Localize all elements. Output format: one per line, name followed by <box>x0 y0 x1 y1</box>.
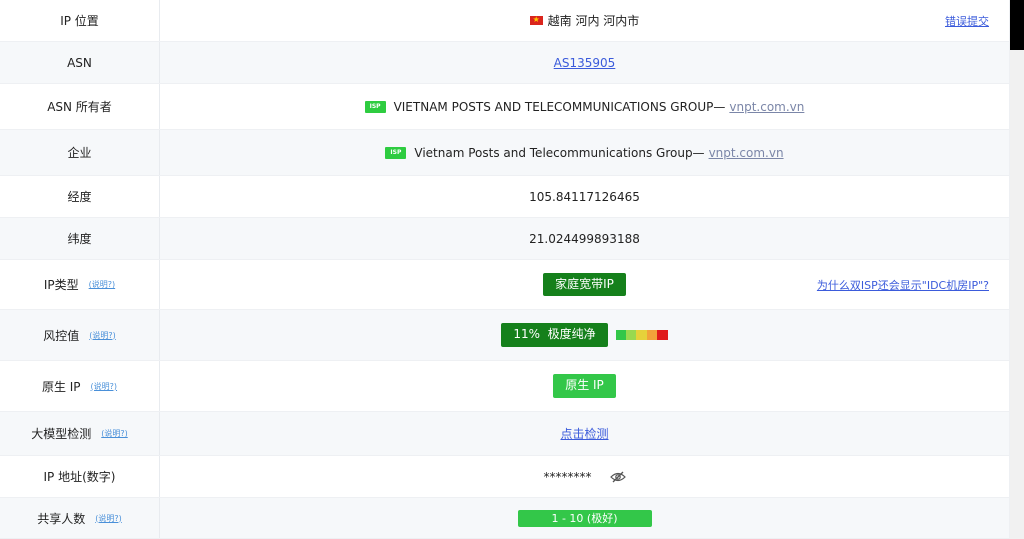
ip-info-page: IP 位置 越南 河内 河内市 错误提交 ASN AS135905 ASN 所有… <box>0 0 1024 539</box>
llm-check-help-link[interactable]: (说明?) <box>101 428 128 439</box>
row-asn: ASN AS135905 <box>0 42 1009 84</box>
scrollbar[interactable] <box>1010 0 1024 539</box>
risk-bar-segment <box>646 330 658 340</box>
isp-badge: ISP <box>364 100 386 113</box>
risk-label-text: 风控值 <box>43 328 80 343</box>
shared-users-help-link[interactable]: (说明?) <box>95 513 122 524</box>
label-shared-users: 共享人数 (说明?) <box>0 498 160 538</box>
row-ip-numeric: IP 地址(数字) ******** <box>0 456 1009 498</box>
ip-numeric-masked: ******** <box>543 469 592 484</box>
native-ip-badge: 原生 IP <box>553 374 616 398</box>
company-domain-link[interactable]: vnpt.com.vn <box>709 146 784 160</box>
value-longitude: 105.84117126465 <box>529 189 640 204</box>
row-company: 企业 ISP Vietnam Posts and Telecommunicati… <box>0 130 1009 176</box>
ip-type-badge: 家庭宽带IP <box>543 272 626 297</box>
value-asn-owner: ISP VIETNAM POSTS AND TELECOMMUNICATIONS… <box>160 84 1009 129</box>
shared-users-label-text: 共享人数 <box>37 511 86 526</box>
llm-check-link[interactable]: 点击检测 <box>560 425 608 442</box>
label-ip-numeric: IP 地址(数字) <box>0 456 160 497</box>
value-risk-score: 11% 极度纯净 <box>160 310 1009 360</box>
label-company: 企业 <box>0 130 160 175</box>
risk-level-bar <box>615 330 668 340</box>
value-ip-location: 越南 河内 河内市 错误提交 <box>160 0 1009 41</box>
ip-info-table: IP 位置 越南 河内 河内市 错误提交 ASN AS135905 ASN 所有… <box>0 0 1010 539</box>
risk-score-badge: 11% 极度纯净 <box>501 323 608 347</box>
eye-hidden-icon[interactable] <box>609 471 626 483</box>
value-company: ISP Vietnam Posts and Telecommunications… <box>160 130 1009 175</box>
row-risk-score: 风控值 (说明?) 11% 极度纯净 <box>0 310 1009 361</box>
isp-badge: ISP <box>385 146 407 159</box>
label-risk-score: 风控值 (说明?) <box>0 310 160 360</box>
risk-bar-segment <box>626 330 637 340</box>
value-llm-check: 点击检测 <box>160 412 1009 455</box>
value-ip-numeric: ******** <box>160 456 1009 497</box>
row-llm-check: 大模型检测 (说明?) 点击检测 <box>0 412 1009 456</box>
ip-type-label-text: IP类型 <box>43 278 79 292</box>
native-ip-help-link[interactable]: (说明?) <box>91 381 118 392</box>
location-text: 越南 河内 河内市 <box>547 14 640 28</box>
scrollbar-thumb[interactable] <box>1010 0 1024 50</box>
risk-bar-segment <box>615 330 627 340</box>
value-ip-type: 家庭宽带IP 为什么双ISP还会显示"IDC机房IP"? <box>160 260 1009 309</box>
value-latitude: 21.024499893188 <box>529 231 640 246</box>
asn-link[interactable]: AS135905 <box>554 56 616 70</box>
label-latitude: 纬度 <box>0 218 160 259</box>
value-asn: AS135905 <box>160 42 1009 83</box>
row-shared-users: 共享人数 (说明?) 1 - 10 (极好) <box>0 498 1009 539</box>
label-llm-check: 大模型检测 (说明?) <box>0 412 160 455</box>
ip-type-help-link[interactable]: (说明?) <box>89 279 116 290</box>
asn-owner-domain-link[interactable]: vnpt.com.vn <box>729 100 804 114</box>
row-asn-owner: ASN 所有者 ISP VIETNAM POSTS AND TELECOMMUN… <box>0 84 1009 130</box>
label-ip-location: IP 位置 <box>0 0 160 41</box>
dual-isp-explanation-link[interactable]: 为什么双ISP还会显示"IDC机房IP"? <box>817 277 989 293</box>
asn-owner-text: VIETNAM POSTS AND TELECOMMUNICATIONS GRO… <box>393 99 726 114</box>
value-native-ip: 原生 IP <box>160 361 1009 411</box>
row-longitude: 经度 105.84117126465 <box>0 176 1009 218</box>
llm-check-label-text: 大模型检测 <box>31 427 92 441</box>
label-longitude: 经度 <box>0 176 160 217</box>
risk-bar-segment <box>636 330 647 340</box>
shared-users-badge: 1 - 10 (极好) <box>517 509 652 527</box>
label-native-ip: 原生 IP (说明?) <box>0 361 160 411</box>
row-ip-location: IP 位置 越南 河内 河内市 错误提交 <box>0 0 1009 42</box>
native-ip-label-text: 原生 IP <box>41 379 81 394</box>
value-shared-users: 1 - 10 (极好) <box>160 498 1009 538</box>
label-asn-owner: ASN 所有者 <box>0 84 160 129</box>
risk-help-link[interactable]: (说明?) <box>89 330 116 341</box>
company-text: Vietnam Posts and Telecommunications Gro… <box>414 145 705 160</box>
row-latitude: 纬度 21.024499893188 <box>0 218 1009 260</box>
error-report-link[interactable]: 错误提交 <box>945 13 989 29</box>
row-ip-type: IP类型 (说明?) 家庭宽带IP 为什么双ISP还会显示"IDC机房IP"? <box>0 260 1009 310</box>
row-native-ip: 原生 IP (说明?) 原生 IP <box>0 361 1009 412</box>
risk-bar-segment <box>657 330 668 340</box>
vietnam-flag-icon <box>529 13 543 27</box>
label-asn: ASN <box>0 42 160 83</box>
label-ip-type: IP类型 (说明?) <box>0 260 160 309</box>
